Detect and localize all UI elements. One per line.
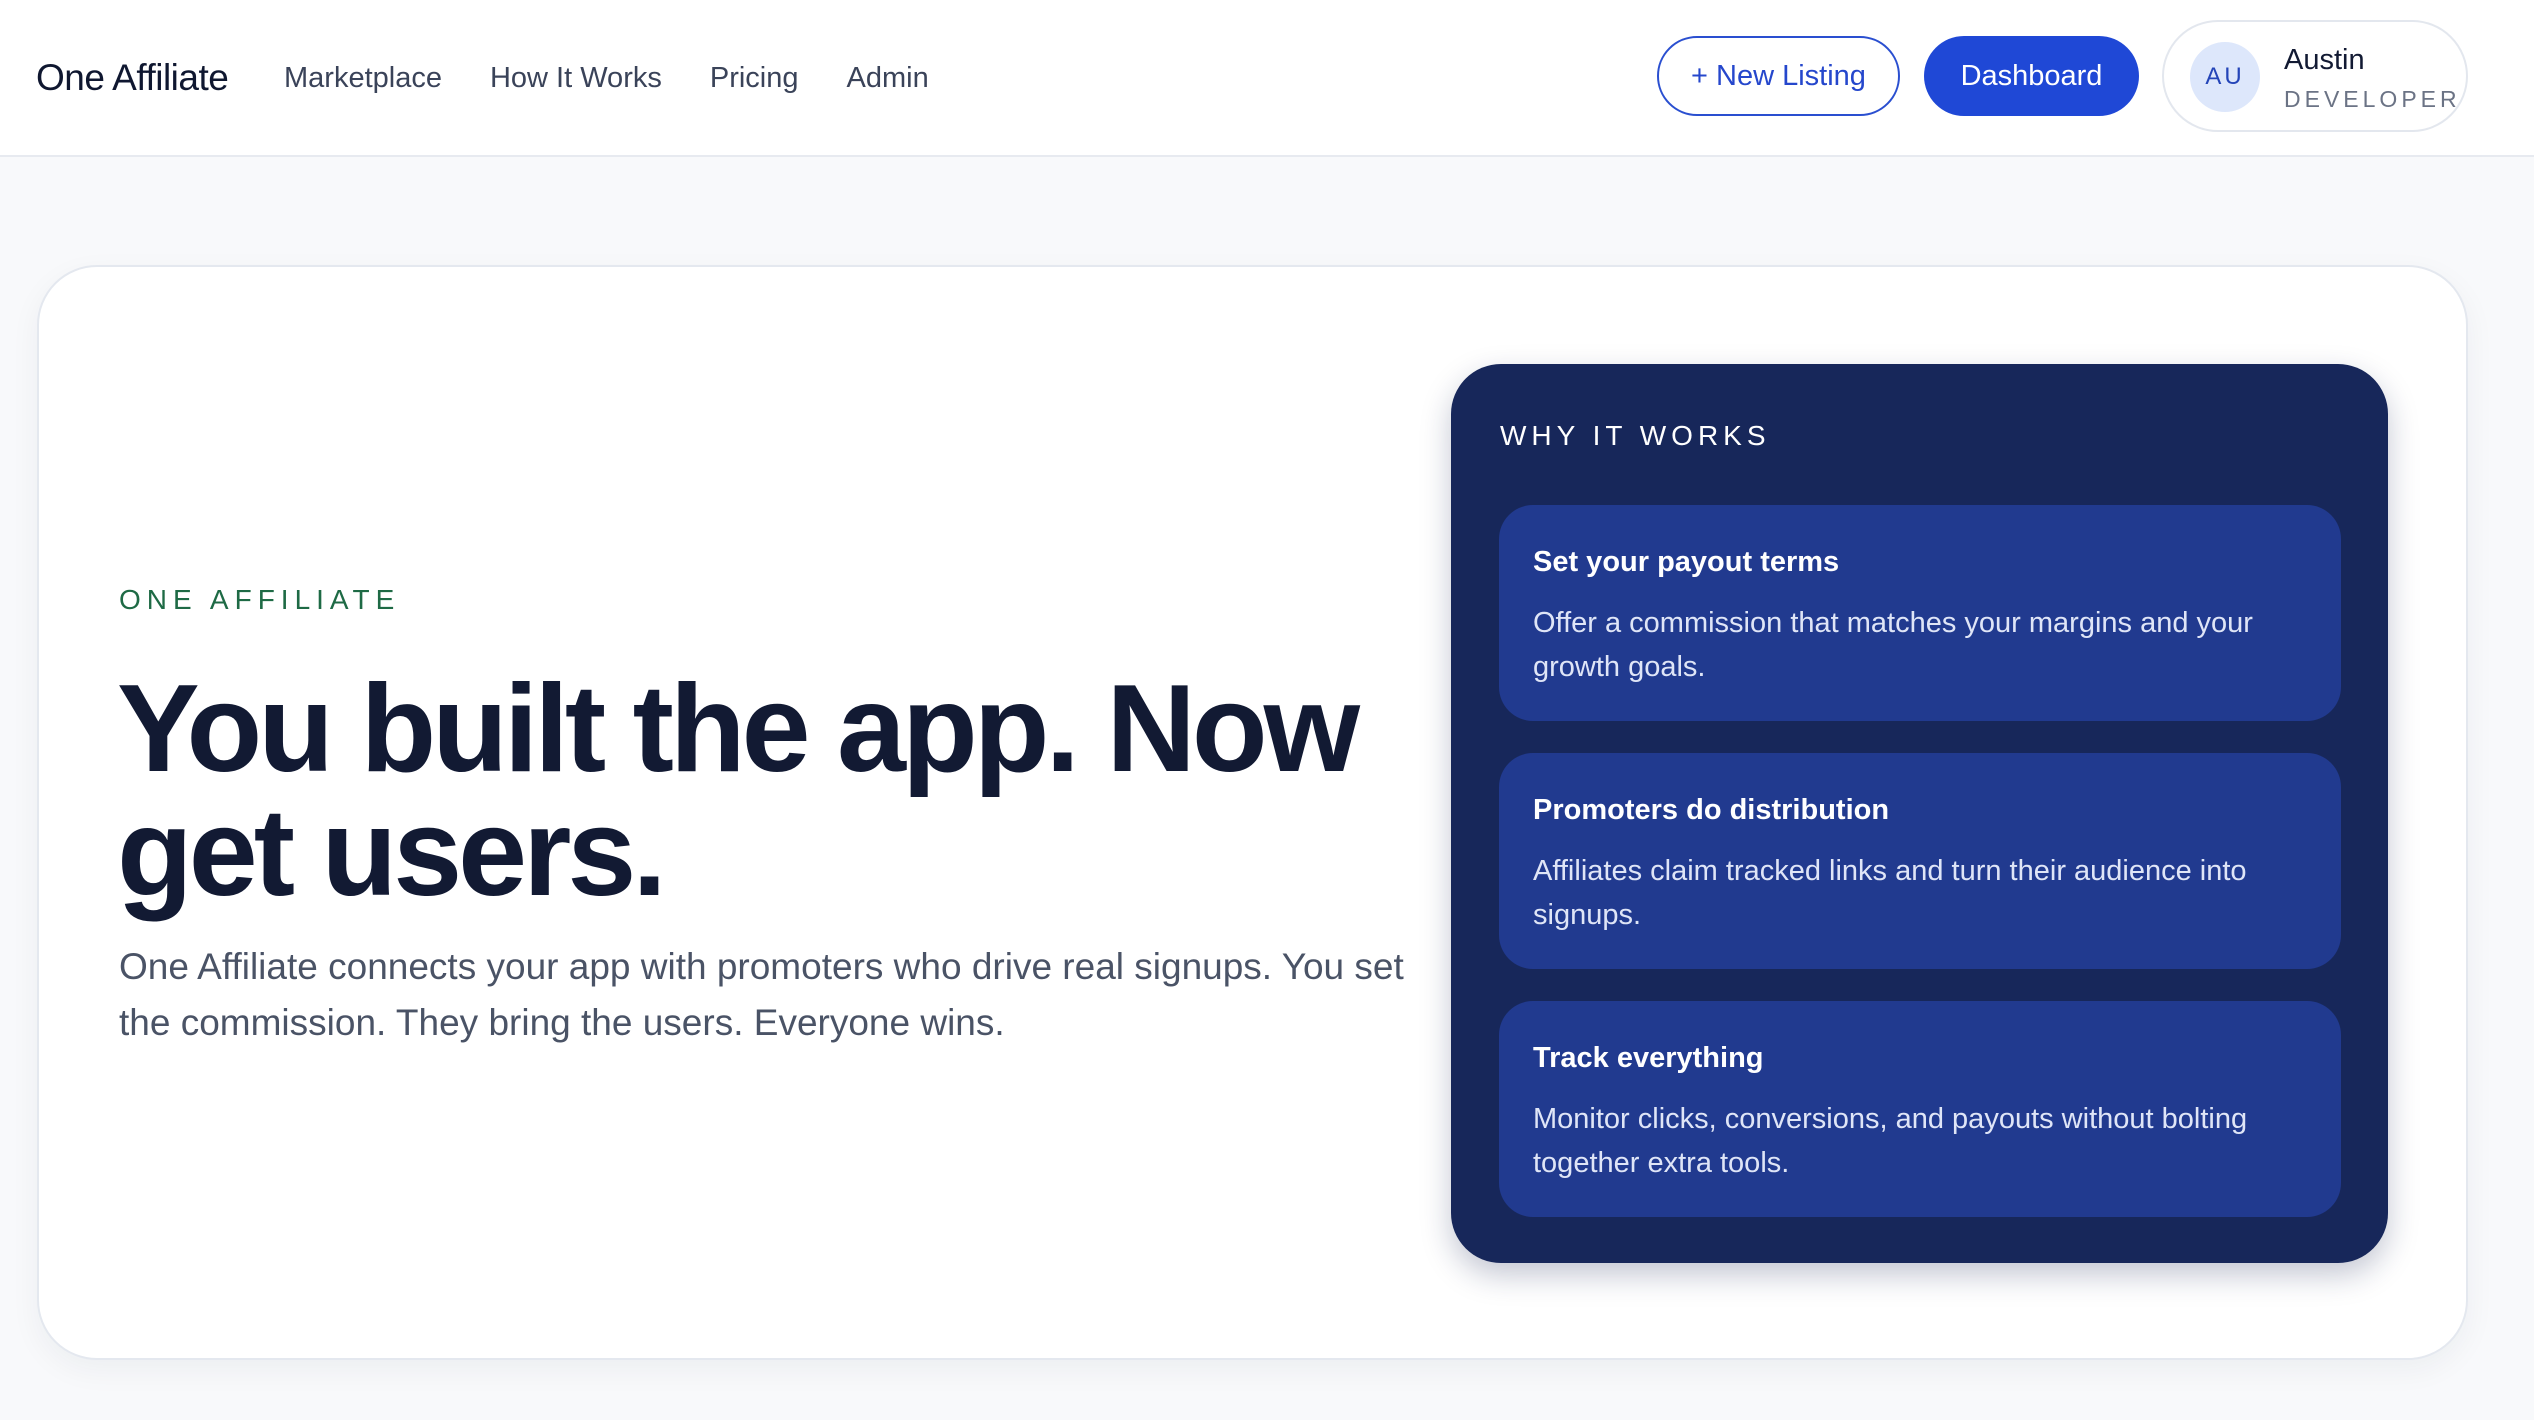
feature-card-title: Track everything bbox=[1533, 1042, 1764, 1074]
dashboard-button[interactable]: Dashboard bbox=[1924, 36, 2139, 116]
feature-card-distribution: Promoters do distribution Affiliates cla… bbox=[1499, 753, 2341, 969]
nav-link-how-it-works[interactable]: How It Works bbox=[490, 58, 662, 98]
why-it-works-panel: WHY IT WORKS Set your payout terms Offer… bbox=[1451, 364, 2388, 1263]
user-role: DEVELOPER bbox=[2284, 86, 2461, 112]
feature-card-body: Offer a commission that matches your mar… bbox=[1533, 607, 2253, 683]
brand-logo-text[interactable]: One Affiliate bbox=[36, 54, 229, 102]
why-it-works-title: WHY IT WORKS bbox=[1500, 420, 1771, 451]
hero-subtext: One Affiliate connects your app with pro… bbox=[119, 946, 1404, 1043]
feature-card-body: Affiliates claim tracked links and turn … bbox=[1533, 855, 2247, 931]
feature-card-body: Monitor clicks, conversions, and payouts… bbox=[1533, 1103, 2248, 1179]
nav-link-marketplace[interactable]: Marketplace bbox=[284, 58, 442, 98]
feature-card-payout-terms: Set your payout terms Offer a commission… bbox=[1499, 505, 2341, 721]
hero-eyebrow: ONE AFFILIATE bbox=[119, 584, 401, 615]
feature-card-tracking: Track everything Monitor clicks, convers… bbox=[1499, 1001, 2341, 1217]
top-navigation-bar: One Affiliate Marketplace How It Works P… bbox=[0, 0, 2534, 157]
avatar: AU bbox=[2190, 42, 2260, 112]
main-nav: Marketplace How It Works Pricing Admin bbox=[284, 58, 929, 98]
nav-link-admin[interactable]: Admin bbox=[847, 58, 929, 98]
new-listing-button[interactable]: + New Listing bbox=[1657, 36, 1900, 116]
hero-headline: You built the app. Now get users. bbox=[117, 660, 1360, 922]
nav-link-pricing[interactable]: Pricing bbox=[710, 58, 799, 98]
user-name: Austin bbox=[2284, 44, 2365, 76]
hero-card: ONE AFFILIATE You built the app. Now get… bbox=[37, 265, 2468, 1360]
user-menu[interactable]: AU Austin DEVELOPER bbox=[2162, 20, 2468, 132]
feature-card-title: Set your payout terms bbox=[1533, 546, 1840, 578]
feature-card-title: Promoters do distribution bbox=[1533, 794, 1890, 826]
